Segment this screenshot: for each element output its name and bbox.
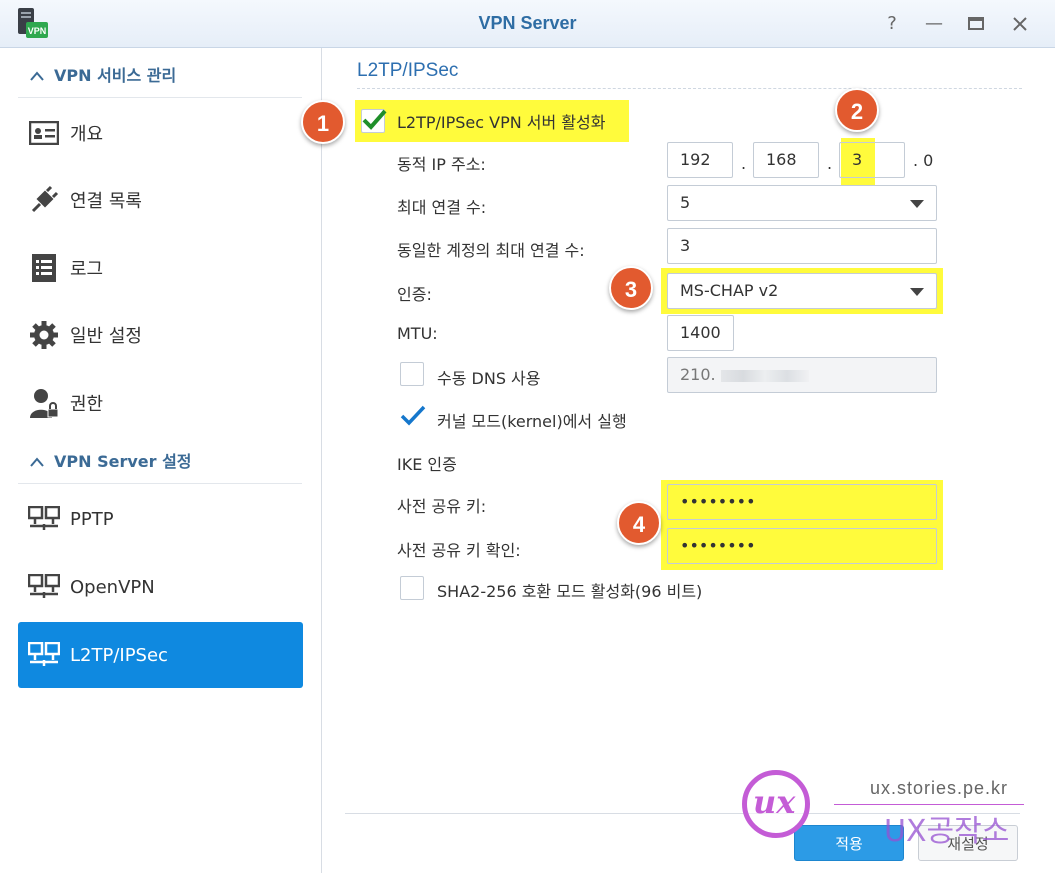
dns-input[interactable]: 210. bbox=[667, 357, 937, 393]
ip-octet-2[interactable]: 168 bbox=[753, 142, 819, 178]
caret-down-icon bbox=[910, 200, 924, 208]
user-lock-icon bbox=[18, 387, 70, 419]
max-same-account-input[interactable]: 3 bbox=[667, 228, 937, 264]
psk-label: 사전 공유 키: bbox=[397, 497, 487, 516]
max-connections-label: 최대 연결 수: bbox=[397, 198, 487, 217]
sidebar-item-l2tp-ipsec[interactable]: L2TP/IPSec bbox=[18, 622, 303, 688]
group-vpn-service[interactable]: VPN 서비스 관리 bbox=[18, 54, 302, 98]
network-icon bbox=[18, 506, 70, 532]
section-divider bbox=[357, 88, 1022, 89]
id-card-icon bbox=[18, 121, 70, 145]
sidebar-item-connections[interactable]: 연결 목록 bbox=[18, 167, 303, 233]
chevron-up-icon bbox=[18, 440, 54, 484]
sidebar-item-overview[interactable]: 개요 bbox=[18, 100, 303, 166]
manual-dns-checkbox[interactable] bbox=[400, 362, 424, 386]
annotation-badge-3: 3 bbox=[609, 266, 653, 310]
sidebar-item-openvpn[interactable]: OpenVPN bbox=[18, 554, 303, 620]
title-bar: VPN VPN Server ? — bbox=[0, 0, 1055, 48]
kernel-mode-checkbox[interactable] bbox=[400, 405, 426, 429]
maximize-icon[interactable] bbox=[964, 12, 988, 36]
minimize-icon[interactable]: — bbox=[922, 12, 946, 36]
content-panel: L2TP/IPSec L2TP/IPSec VPN 서버 활성화 동적 IP 주… bbox=[301, 48, 1035, 873]
close-icon[interactable] bbox=[1008, 12, 1032, 36]
sidebar-item-permissions[interactable]: 권한 bbox=[18, 370, 303, 436]
chevron-up-icon bbox=[18, 54, 54, 98]
auth-select[interactable]: MS-CHAP v2 bbox=[667, 273, 937, 309]
psk-confirm-input[interactable]: •••••••• bbox=[667, 528, 937, 564]
caret-down-icon bbox=[910, 288, 924, 296]
auth-label: 인증: bbox=[397, 285, 432, 304]
kernel-mode-label: 커널 모드(kernel)에서 실행 bbox=[437, 412, 627, 431]
annotation-badge-1: 1 bbox=[301, 100, 345, 144]
ip-octet-4: . 0 bbox=[913, 151, 934, 170]
help-icon[interactable]: ? bbox=[880, 12, 904, 36]
annotation-badge-4: 4 bbox=[617, 501, 661, 545]
manual-dns-label: 수동 DNS 사용 bbox=[437, 369, 541, 388]
network-icon bbox=[18, 574, 70, 600]
ux-logo: ux bbox=[742, 770, 810, 838]
enable-label: L2TP/IPSec VPN 서버 활성화 bbox=[397, 113, 606, 132]
mtu-label: MTU: bbox=[397, 324, 438, 343]
section-title: L2TP/IPSec bbox=[357, 60, 459, 81]
blurred-dns-value bbox=[720, 369, 809, 382]
network-icon bbox=[18, 642, 70, 668]
sidebar-item-pptp[interactable]: PPTP bbox=[18, 486, 303, 552]
enable-checkbox[interactable] bbox=[361, 109, 387, 133]
group-vpn-server-settings[interactable]: VPN Server 설정 bbox=[18, 440, 302, 484]
max-same-account-label: 동일한 계정의 최대 연결 수: bbox=[397, 241, 585, 260]
sidebar-item-log[interactable]: 로그 bbox=[18, 235, 303, 301]
mtu-input[interactable]: 1400 bbox=[667, 315, 734, 351]
sidebar: VPN 서비스 관리 개요 연결 목록 로그 일반 설정 권한 VPN Serv… bbox=[0, 48, 322, 873]
sidebar-item-general-settings[interactable]: 일반 설정 bbox=[18, 302, 303, 368]
gear-icon bbox=[18, 320, 70, 350]
sha2-checkbox[interactable] bbox=[400, 576, 424, 600]
log-list-icon bbox=[18, 253, 70, 283]
plug-icon bbox=[18, 185, 70, 215]
max-connections-select[interactable]: 5 bbox=[667, 185, 937, 221]
watermark-url: ux.stories.pe.kr bbox=[870, 778, 1009, 798]
ip-octet-3[interactable]: 3 bbox=[839, 142, 905, 178]
dynamic-ip-label: 동적 IP 주소: bbox=[397, 155, 486, 174]
psk-input[interactable]: •••••••• bbox=[667, 484, 937, 520]
ip-octet-1[interactable]: 192 bbox=[667, 142, 733, 178]
annotation-badge-2: 2 bbox=[835, 88, 879, 132]
ike-auth-heading: IKE 인증 bbox=[397, 455, 457, 474]
watermark-brand: UX공작소 bbox=[884, 814, 1010, 849]
psk-confirm-label: 사전 공유 키 확인: bbox=[397, 541, 521, 560]
sha2-label: SHA2-256 호환 모드 활성화(96 비트) bbox=[437, 582, 703, 601]
